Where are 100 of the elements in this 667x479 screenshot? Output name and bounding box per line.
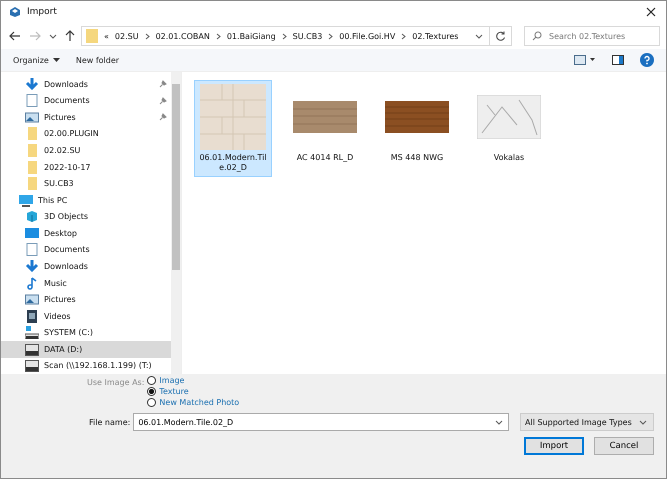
sidebar-item[interactable]: SU.CB3 xyxy=(1,175,171,192)
import-button[interactable]: Import xyxy=(524,437,584,455)
sidebar-item[interactable]: Pictures xyxy=(1,109,171,126)
sidebar-item[interactable]: 02.00.PLUGIN xyxy=(1,126,171,142)
window-title: Import xyxy=(27,7,57,17)
close-icon xyxy=(646,7,656,17)
app-logo-icon xyxy=(9,6,21,18)
picture-icon xyxy=(25,293,39,306)
sidebar-item[interactable]: Videos xyxy=(1,308,171,324)
file-name: MS 448 NWG xyxy=(390,153,444,164)
overflow-chevron[interactable]: « xyxy=(104,32,109,40)
file-name: 06.01.Modern.Tile.02_D xyxy=(198,153,268,174)
file-name: Vokalas xyxy=(494,153,524,164)
chevron-icon xyxy=(144,32,150,40)
folder-icon xyxy=(25,144,39,158)
folder-icon xyxy=(25,177,39,190)
marble-texture-thumbnail xyxy=(477,95,541,139)
up-button[interactable] xyxy=(63,28,77,44)
sidebar-item[interactable]: DATA (D:) xyxy=(1,341,171,358)
cube-icon xyxy=(25,210,39,224)
breadcrumb[interactable]: 02.Textures xyxy=(412,32,458,40)
breadcrumb[interactable]: SU.CB3 xyxy=(292,32,322,40)
sidebar-item[interactable]: SYSTEM (C:) xyxy=(1,324,171,341)
chevron-icon xyxy=(401,32,406,40)
caret-icon xyxy=(495,420,503,425)
music-note-icon xyxy=(25,276,39,290)
forward-arrow-icon xyxy=(29,31,41,41)
file-name: AC 4014 RL_D xyxy=(296,153,354,164)
sidebar-item[interactable]: Downloads xyxy=(1,76,171,93)
folder-icon xyxy=(25,127,39,140)
pin-icon xyxy=(159,113,167,122)
scrollbar[interactable] xyxy=(171,72,181,374)
file-name-field[interactable]: 06.01.Modern.Tile.02_D xyxy=(133,413,509,431)
caret-icon xyxy=(639,420,647,424)
breadcrumb[interactable]: 00.File.Goi.HV xyxy=(339,32,396,40)
address-bar[interactable]: « 02.SU 02.01.COBAN 01.BaiGiang SU.CB3 00.File.Goi.HV 02.Textures xyxy=(81,26,490,46)
recent-dropdown-button[interactable] xyxy=(47,32,59,40)
file-item[interactable]: AC 4014 RL_D xyxy=(286,80,364,166)
preview-pane-icon xyxy=(612,55,624,65)
radio-button[interactable] xyxy=(147,376,156,385)
sidebar-item[interactable]: This PC xyxy=(1,192,171,208)
tile-texture-thumbnail xyxy=(200,84,266,150)
sidebar-item[interactable]: Music xyxy=(1,274,171,292)
document-icon xyxy=(25,243,39,256)
monitor-icon xyxy=(19,194,33,207)
chevron-icon xyxy=(328,32,334,40)
organize-button[interactable]: Organize xyxy=(7,54,66,66)
breadcrumb[interactable]: 02.01.COBAN xyxy=(156,32,210,40)
download-arrow-icon xyxy=(25,260,39,273)
sidebar-item[interactable]: Desktop xyxy=(1,225,171,242)
sidebar-item[interactable]: 3D Objects xyxy=(1,208,171,226)
sidebar-item[interactable]: Downloads xyxy=(1,258,171,275)
chevron-icon xyxy=(282,32,287,40)
view-icon xyxy=(574,55,596,65)
file-item[interactable]: Vokalas xyxy=(470,80,548,166)
radio-button[interactable] xyxy=(147,387,156,396)
sidebar-item[interactable]: Scan (\\192.168.1.199) (T:) xyxy=(1,358,171,374)
drive-icon xyxy=(25,359,39,372)
back-arrow-icon xyxy=(9,31,21,41)
chevron-icon xyxy=(216,32,221,40)
picture-icon xyxy=(25,110,39,124)
folder-icon xyxy=(86,29,98,43)
breadcrumb[interactable]: 02.SU xyxy=(114,32,139,40)
folder-icon xyxy=(25,160,39,174)
scrollbar-thumb[interactable] xyxy=(172,84,180,270)
radio-option[interactable]: New Matched Photo xyxy=(147,398,240,407)
refresh-icon xyxy=(495,30,506,42)
caret-icon xyxy=(49,34,57,38)
sidebar-item[interactable]: Pictures xyxy=(1,291,171,308)
sidebar-item[interactable]: Documents xyxy=(1,92,171,110)
radio-button[interactable] xyxy=(147,398,156,407)
breadcrumb[interactable]: 01.BaiGiang xyxy=(226,32,276,40)
file-type-dropdown[interactable]: All Supported Image Types xyxy=(520,413,654,431)
cancel-button[interactable]: Cancel xyxy=(594,437,654,455)
search-icon xyxy=(532,31,542,41)
radio-option[interactable]: Image xyxy=(147,376,240,385)
file-item[interactable]: 06.01.Modern.Tile.02_D xyxy=(194,80,272,177)
video-icon xyxy=(25,310,39,323)
drive-icon xyxy=(25,326,39,340)
sidebar-item[interactable]: 2022-10-17 xyxy=(1,158,171,176)
use-image-as-label: Use Image As: xyxy=(87,377,144,389)
wood-texture-thumbnail xyxy=(385,101,449,133)
back-button[interactable] xyxy=(7,29,23,43)
pin-icon xyxy=(159,80,167,88)
search-field[interactable]: Search 02.Textures xyxy=(524,26,660,46)
document-icon xyxy=(25,94,39,108)
caret-icon xyxy=(52,58,60,62)
file-name-label: File name: xyxy=(89,418,130,426)
wood-texture-thumbnail xyxy=(293,101,357,133)
new-folder-button[interactable]: New folder xyxy=(70,54,126,66)
download-arrow-icon xyxy=(25,78,39,91)
drive-icon xyxy=(25,342,39,356)
sidebar-item[interactable]: 02.02.SU xyxy=(1,142,171,159)
pin-icon xyxy=(159,96,167,105)
refresh-button[interactable] xyxy=(490,26,512,46)
radio-option[interactable]: Texture xyxy=(147,387,240,396)
sidebar-item[interactable]: Documents xyxy=(1,242,171,258)
help-icon xyxy=(640,53,654,67)
file-item[interactable]: MS 448 NWG xyxy=(378,80,456,166)
caret-icon xyxy=(475,34,483,38)
